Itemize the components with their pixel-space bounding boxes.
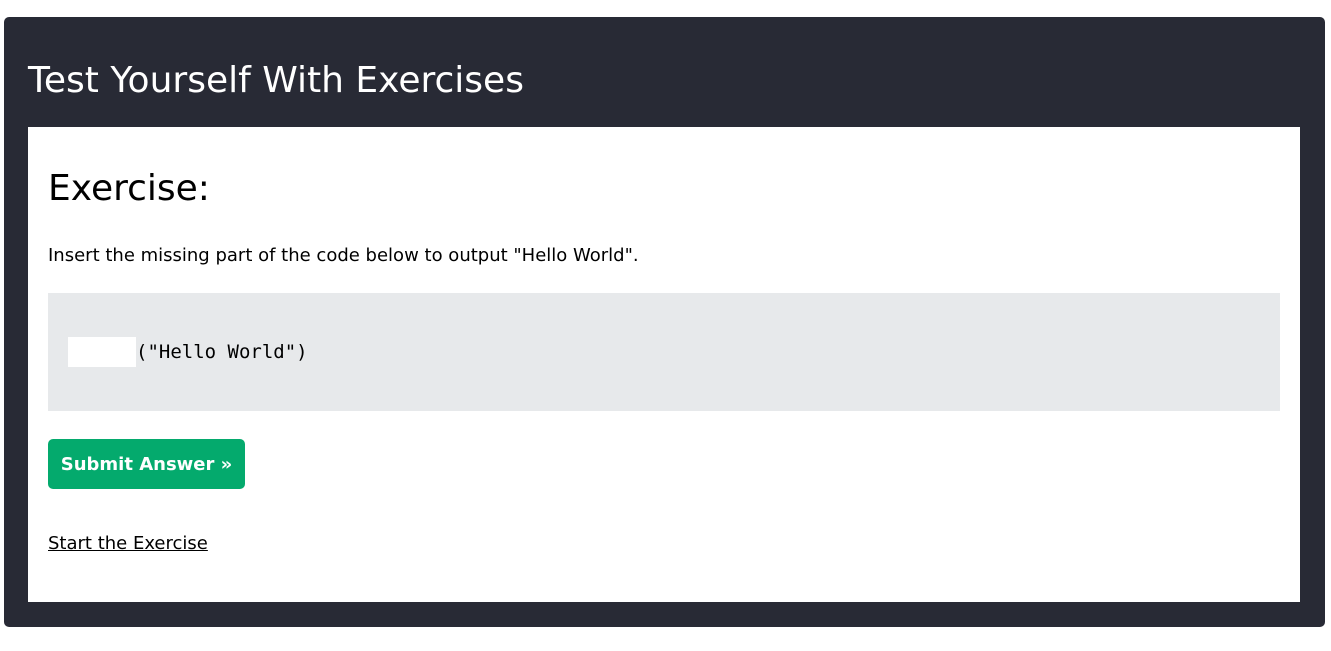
exercise-instructions: Insert the missing part of the code belo… <box>48 245 639 266</box>
exercise-heading: Exercise: <box>48 168 210 209</box>
code-box: ("Hello World") <box>48 293 1280 411</box>
submit-answer-button[interactable]: Submit Answer » <box>48 439 245 489</box>
panel-title: Test Yourself With Exercises <box>28 60 524 101</box>
exercise-card: Exercise: Insert the missing part of the… <box>28 127 1300 602</box>
exercise-panel: Test Yourself With Exercises Exercise: I… <box>4 17 1325 627</box>
start-exercise-link[interactable]: Start the Exercise <box>48 533 208 555</box>
code-line: ("Hello World") <box>68 337 308 367</box>
answer-input[interactable] <box>68 337 136 367</box>
code-suffix: ("Hello World") <box>136 341 308 363</box>
